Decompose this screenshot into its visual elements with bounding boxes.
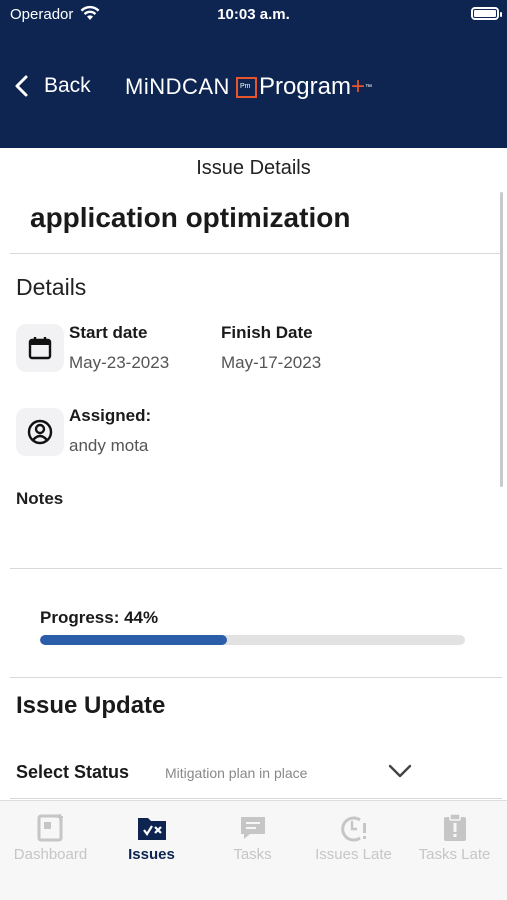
tab-label: Issues xyxy=(128,846,175,863)
progress-label: Progress: 44% xyxy=(40,608,159,627)
user-circle-icon xyxy=(27,419,53,445)
tab-tasks-late[interactable]: Tasks Late xyxy=(404,813,505,863)
tab-issues-late[interactable]: Issues Late xyxy=(303,813,404,863)
tab-bar: Dashboard Issues Tasks Issues Late Tasks… xyxy=(0,800,507,900)
divider xyxy=(10,677,502,678)
tab-label: Tasks Late xyxy=(418,846,491,863)
tab-label: Issues Late xyxy=(315,846,392,863)
logo-plus: + xyxy=(350,73,365,100)
notes-label: Notes xyxy=(16,489,64,508)
status-bar: Operador 10:03 a.m. xyxy=(0,0,507,30)
start-date-label: Start date xyxy=(69,323,148,342)
logo-product: Program xyxy=(258,73,351,100)
back-button[interactable]: Back xyxy=(14,70,91,102)
issue-update-heading: Issue Update xyxy=(16,692,166,719)
tasks-chat-icon xyxy=(240,817,265,839)
tab-dashboard[interactable]: Dashboard xyxy=(0,813,101,863)
issue-title: application optimization xyxy=(30,202,351,233)
status-select-value[interactable]: Mitigation plan in place xyxy=(165,765,307,781)
tab-label: Tasks xyxy=(233,846,272,863)
page-title: Issue Details xyxy=(196,157,311,179)
assigned-value: andy mota xyxy=(69,436,149,455)
scroll-indicator[interactable] xyxy=(500,192,503,487)
tasks-late-icon xyxy=(443,813,466,841)
divider xyxy=(10,798,502,799)
dashboard-icon xyxy=(37,814,63,842)
battery-icon xyxy=(471,7,502,20)
logo-pm-box: Pm xyxy=(235,76,257,98)
finish-date-value: May-17-2023 xyxy=(221,353,322,372)
calendar-icon xyxy=(28,337,52,360)
status-select[interactable]: Select Status Mitigation plan in place xyxy=(16,760,416,784)
tab-issues[interactable]: Issues xyxy=(101,813,202,863)
divider xyxy=(10,253,502,254)
finish-date-label: Finish Date xyxy=(221,323,313,342)
calendar-icon-box xyxy=(16,324,64,372)
progress-bar xyxy=(40,635,465,645)
assigned-label: Assigned: xyxy=(69,406,152,425)
issues-folder-icon xyxy=(137,818,166,840)
progress-bar-fill xyxy=(40,635,227,645)
tab-tasks[interactable]: Tasks xyxy=(202,813,303,863)
tab-label: Dashboard xyxy=(13,846,88,863)
clock: 10:03 a.m. xyxy=(217,6,290,23)
chevron-down-icon[interactable] xyxy=(388,762,412,780)
issues-late-icon xyxy=(340,816,366,842)
details-heading: Details xyxy=(16,274,87,300)
app-header: Operador 10:03 a.m. Back MiNDCAN Pm Prog… xyxy=(0,0,507,148)
status-select-label: Select Status xyxy=(16,762,130,782)
start-date-value: May-23-2023 xyxy=(69,353,170,372)
logo-brand: MiNDCAN xyxy=(125,74,230,99)
user-icon-box xyxy=(16,408,64,456)
logo-trademark: ™ xyxy=(365,83,372,91)
divider xyxy=(10,568,502,569)
chevron-left-icon xyxy=(15,75,28,97)
back-label: Back xyxy=(44,74,91,97)
mindcan-program-logo: MiNDCAN Pm Program + ™ xyxy=(125,72,372,102)
